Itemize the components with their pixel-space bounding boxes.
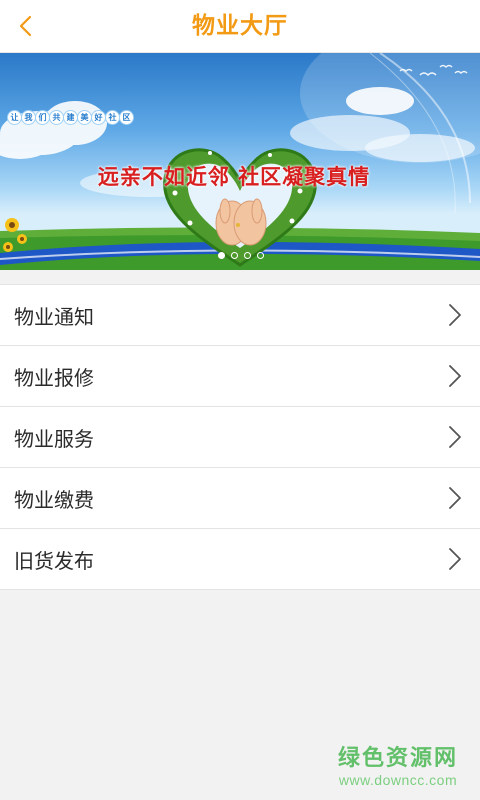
- menu-item-payment[interactable]: 物业缴费: [0, 468, 480, 529]
- carousel-dot-4[interactable]: [257, 252, 264, 259]
- carousel-dot-1[interactable]: [218, 252, 225, 259]
- menu-item-secondhand[interactable]: 旧货发布: [0, 529, 480, 590]
- watermark-title: 绿色资源网: [337, 746, 458, 771]
- chevron-right-icon: [449, 487, 461, 509]
- menu-item-notice[interactable]: 物业通知: [0, 285, 480, 346]
- chevron-right-icon: [449, 365, 461, 387]
- page-title: 物业大厅: [192, 13, 288, 39]
- tagline-char: 建: [64, 111, 77, 124]
- menu-item-label: 物业服务: [14, 426, 94, 451]
- chevron-right-icon: [449, 548, 461, 570]
- tagline-char: 共: [50, 111, 63, 124]
- banner-slogan: 远亲不如近邻 社区凝聚真情: [97, 164, 371, 189]
- menu-item-repair[interactable]: 物业报修: [0, 346, 480, 407]
- menu-item-label: 物业报修: [14, 365, 94, 390]
- tagline-char: 好: [92, 111, 105, 124]
- menu-item-label: 物业通知: [14, 304, 94, 329]
- menu-item-service[interactable]: 物业服务: [0, 407, 480, 468]
- tagline-char: 美: [78, 111, 91, 124]
- banner-carousel[interactable]: 让 我 们 共 建 美 好 社 区 远亲不如近邻 社区凝聚真情: [0, 53, 480, 270]
- tagline-char: 我: [22, 111, 35, 124]
- tagline-char: 们: [36, 111, 49, 124]
- tagline-char: 社: [106, 111, 119, 124]
- chevron-right-icon: [449, 304, 461, 326]
- watermark-url: www.downcc.com: [338, 772, 458, 788]
- carousel-dot-2[interactable]: [231, 252, 238, 259]
- carousel-indicator: [218, 252, 264, 259]
- banner-tagline: 让 我 们 共 建 美 好 社 区: [8, 111, 133, 124]
- menu-item-label: 旧货发布: [14, 548, 94, 573]
- menu-item-label: 物业缴费: [14, 487, 94, 512]
- chevron-right-icon: [449, 426, 461, 448]
- carousel-dot-3[interactable]: [244, 252, 251, 259]
- tagline-char: 区: [120, 111, 133, 124]
- menu-list: 物业通知 物业报修 物业服务 物业缴费 旧货发布: [0, 284, 480, 590]
- tagline-char: 让: [8, 111, 21, 124]
- watermark: 绿色资源网 www.downcc.com: [338, 740, 458, 788]
- header-bar: 物业大厅: [0, 0, 480, 53]
